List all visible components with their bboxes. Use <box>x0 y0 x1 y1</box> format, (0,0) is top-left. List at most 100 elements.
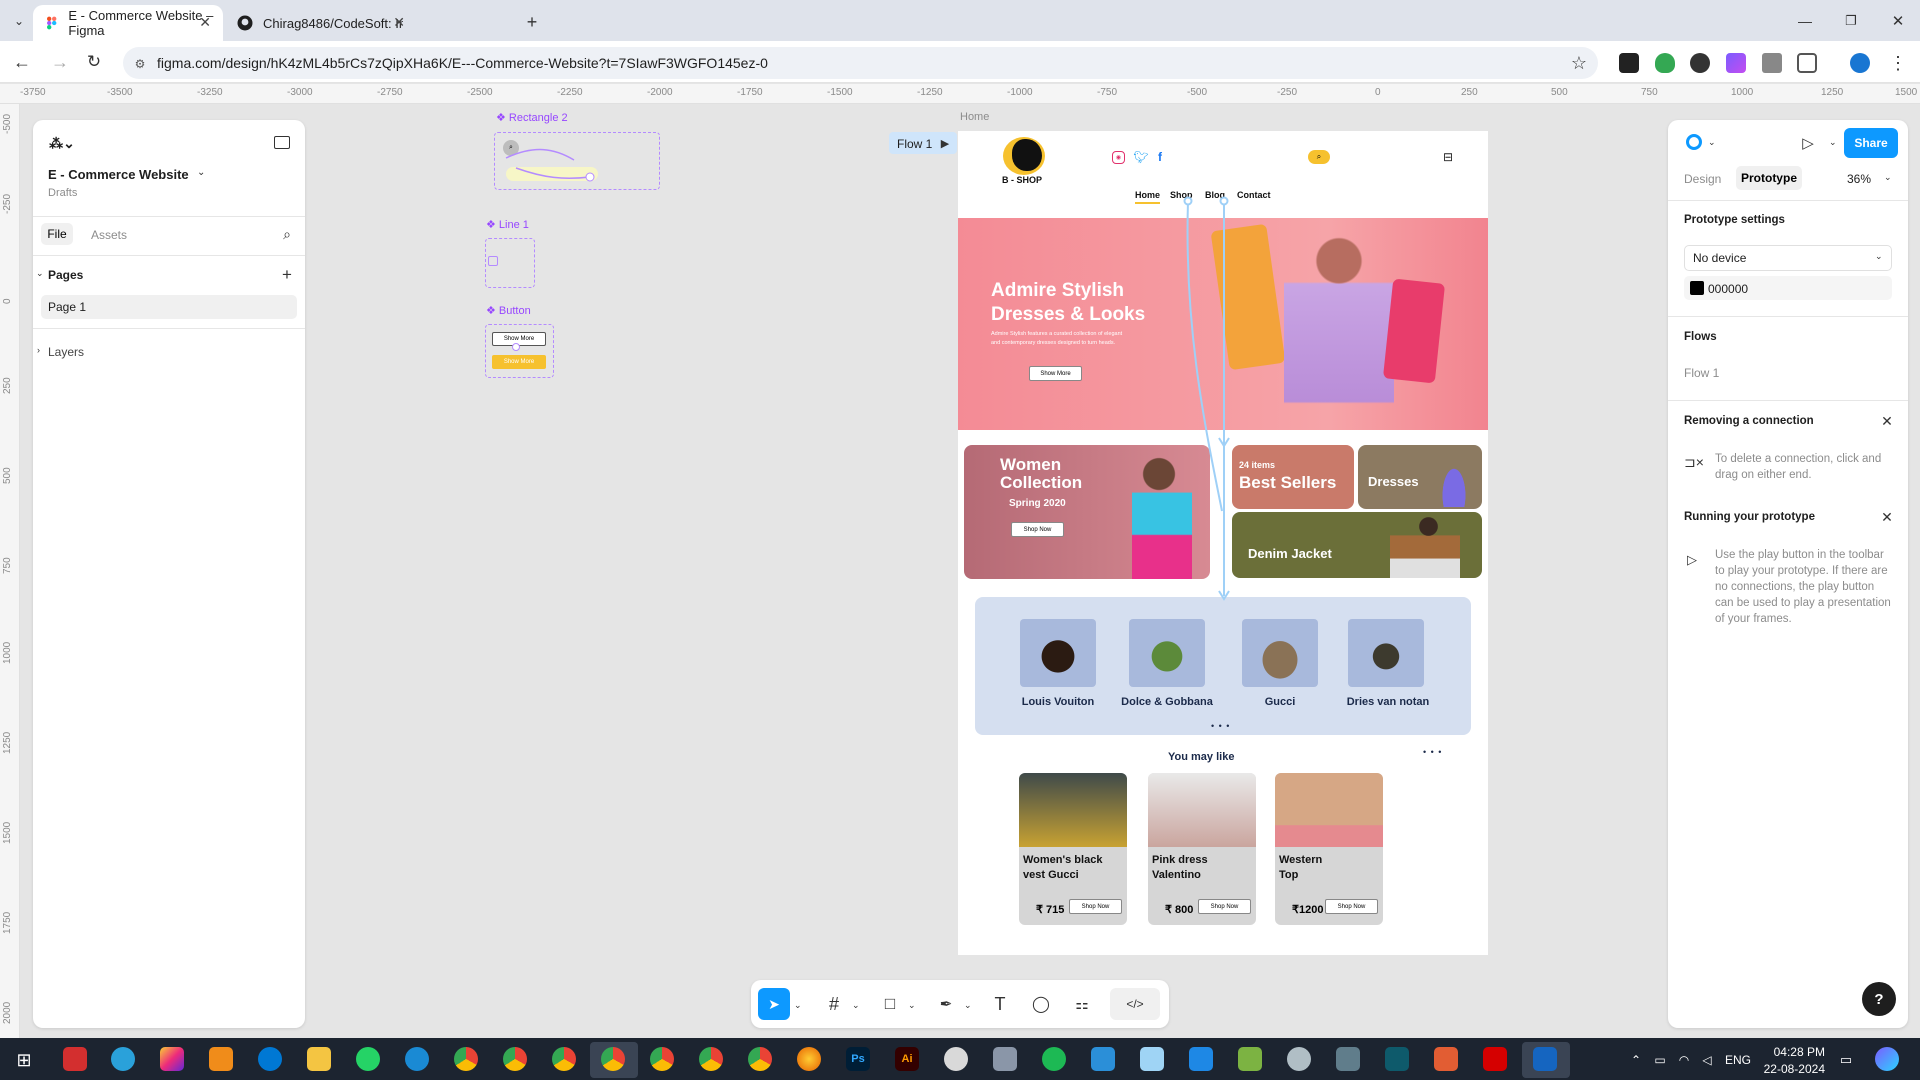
carousel-dots-2[interactable]: • • • <box>1423 747 1442 757</box>
product-card[interactable]: Pink dress Valentino ₹ 800 Shop Now <box>1148 773 1256 925</box>
product-shop-now-button[interactable]: Shop Now <box>1198 899 1251 914</box>
close-tip-icon[interactable]: ✕ <box>1878 508 1896 526</box>
camera-app-icon[interactable] <box>1336 1047 1360 1071</box>
tab-figma[interactable]: E - Commerce Website – Figma ✕ <box>33 5 223 41</box>
chrome-icon[interactable] <box>454 1047 478 1071</box>
telegram-icon[interactable] <box>111 1047 135 1071</box>
search-layers-icon[interactable]: ⌕ <box>277 224 297 244</box>
chrome-icon[interactable] <box>503 1047 527 1071</box>
zoom-chevron-icon[interactable]: ⌄ <box>1884 172 1892 183</box>
shape-tool-chevron-icon[interactable]: ⌄ <box>908 1000 916 1011</box>
windows-start-icon[interactable]: ⊞ <box>12 1048 36 1072</box>
taskbar-app-icon[interactable] <box>1238 1047 1262 1071</box>
connection-handle[interactable] <box>512 343 520 351</box>
taskbar-app-icon[interactable] <box>1091 1047 1115 1071</box>
component-label-line1[interactable]: ❖ Line 1 <box>486 218 529 231</box>
site-settings-icon[interactable]: ⚙ <box>131 55 149 73</box>
close-window-button[interactable]: ✕ <box>1885 8 1911 34</box>
acrobat-icon[interactable] <box>1483 1047 1507 1071</box>
taskbar-app-icon[interactable] <box>1385 1047 1409 1071</box>
frame-tool-chevron-icon[interactable]: ⌄ <box>852 1000 860 1011</box>
tab-github[interactable]: Chirag8486/CodeSoft: Internshi ✕ <box>225 5 417 41</box>
file-name-chevron-icon[interactable]: ⌄ <box>197 167 205 178</box>
store-icon[interactable] <box>1189 1047 1213 1071</box>
pen-tool-icon[interactable]: ✒ <box>930 988 962 1020</box>
whatsapp-icon[interactable] <box>356 1047 380 1071</box>
add-page-icon[interactable]: + <box>277 265 297 285</box>
close-tip-icon[interactable]: ✕ <box>1878 412 1896 430</box>
avatar[interactable] <box>1686 134 1702 150</box>
language-indicator[interactable]: ENG <box>1725 1053 1751 1067</box>
help-button[interactable]: ? <box>1862 982 1896 1016</box>
wifi-icon[interactable]: ◠ <box>1674 1050 1694 1070</box>
text-tool-icon[interactable]: T <box>984 988 1016 1020</box>
illustrator-icon[interactable]: Ai <box>895 1047 919 1071</box>
present-play-icon[interactable]: ▷ <box>1798 133 1818 153</box>
forward-arrow-icon[interactable]: → <box>48 50 72 74</box>
taskbar-app-icon[interactable] <box>944 1047 968 1071</box>
color-swatch[interactable] <box>1690 281 1704 295</box>
product-card[interactable]: Western Top ₹1200 Shop Now <box>1275 773 1383 925</box>
share-button[interactable]: Share <box>1844 128 1898 158</box>
avatar-chevron-icon[interactable]: ⌄ <box>1708 137 1716 148</box>
figma-main-menu-icon[interactable]: ⁂⌄ <box>48 134 76 152</box>
extension-pen-icon[interactable] <box>1619 53 1639 73</box>
taskbar-app-icon[interactable] <box>1140 1047 1164 1071</box>
back-arrow-icon[interactable]: ← <box>10 50 34 74</box>
pages-chevron-icon[interactable]: ⌄ <box>36 268 44 279</box>
product-shop-now-button[interactable]: Shop Now <box>1325 899 1378 914</box>
rectangle-tool-icon[interactable]: □ <box>874 988 906 1020</box>
extension-purple-icon[interactable] <box>1726 53 1746 73</box>
url-text[interactable]: figma.com/design/hK4zML4b5rCs7zQipXHa6K/… <box>157 55 768 71</box>
tab-search-chevron-icon[interactable]: ⌄ <box>6 8 32 34</box>
chrome-icon[interactable] <box>601 1047 625 1071</box>
extension-spider-icon[interactable] <box>1690 53 1710 73</box>
chrome-icon[interactable] <box>650 1047 674 1071</box>
tab-prototype[interactable]: Prototype <box>1736 166 1802 190</box>
firefox-icon[interactable] <box>797 1047 821 1071</box>
move-tool-icon[interactable]: ➤ <box>758 988 790 1020</box>
restore-button[interactable]: ❐ <box>1838 8 1864 34</box>
skype-icon[interactable] <box>258 1047 282 1071</box>
file-name[interactable]: E - Commerce Website <box>48 167 189 182</box>
extensions-puzzle-icon[interactable] <box>1797 53 1817 73</box>
tab-design[interactable]: Design <box>1684 172 1721 186</box>
photoshop-icon[interactable]: Ps <box>846 1047 870 1071</box>
reload-icon[interactable]: ↻ <box>82 50 106 74</box>
pen-tool-chevron-icon[interactable]: ⌄ <box>964 1000 972 1011</box>
background-color-value[interactable]: 000000 <box>1708 282 1748 296</box>
flow-item[interactable]: Flow 1 <box>1684 366 1719 380</box>
pages-header[interactable]: Pages <box>48 268 83 282</box>
extension-shield-icon[interactable] <box>1655 53 1675 73</box>
calculator-icon[interactable] <box>993 1047 1017 1071</box>
taskbar-app-icon[interactable] <box>209 1047 233 1071</box>
file-explorer-icon[interactable] <box>307 1047 331 1071</box>
tab-close-icon[interactable]: ✕ <box>199 14 211 31</box>
product-card[interactable]: Women's black vest Gucci ₹ 715 Shop Now <box>1019 773 1127 925</box>
taskbar-app-icon[interactable] <box>1533 1047 1557 1071</box>
component-label-button[interactable]: ❖ Button <box>486 304 531 317</box>
extension-camera-icon[interactable] <box>1762 53 1782 73</box>
layers-chevron-icon[interactable]: › <box>37 345 40 355</box>
layers-header[interactable]: Layers <box>48 345 84 359</box>
zoom-level[interactable]: 36% <box>1847 172 1871 186</box>
device-chevron-icon[interactable]: ⌄ <box>1875 251 1883 262</box>
bookmark-star-icon[interactable]: ☆ <box>1568 52 1590 74</box>
minimize-button[interactable]: — <box>1792 8 1818 34</box>
chrome-icon[interactable] <box>552 1047 576 1071</box>
tab-close-icon[interactable]: ✕ <box>393 14 405 31</box>
edge-icon[interactable] <box>405 1047 429 1071</box>
taskbar-app-icon[interactable] <box>63 1047 87 1071</box>
chrome-icon[interactable] <box>748 1047 772 1071</box>
new-tab-button[interactable]: + <box>520 10 544 34</box>
chrome-icon[interactable] <box>699 1047 723 1071</box>
present-chevron-icon[interactable]: ⌄ <box>1829 137 1837 148</box>
copilot-icon[interactable] <box>1875 1047 1899 1071</box>
tray-device-icon[interactable]: ▭ <box>1650 1050 1670 1070</box>
comment-tool-icon[interactable]: ◯ <box>1025 988 1057 1020</box>
browser-menu-icon[interactable]: ⋮ <box>1888 52 1908 74</box>
notifications-icon[interactable]: ▭ <box>1836 1050 1856 1070</box>
dev-mode-toggle-icon[interactable]: </> <box>1110 988 1160 1020</box>
tab-assets[interactable]: Assets <box>91 228 127 242</box>
play-flow-icon[interactable]: ▶ <box>938 136 952 150</box>
